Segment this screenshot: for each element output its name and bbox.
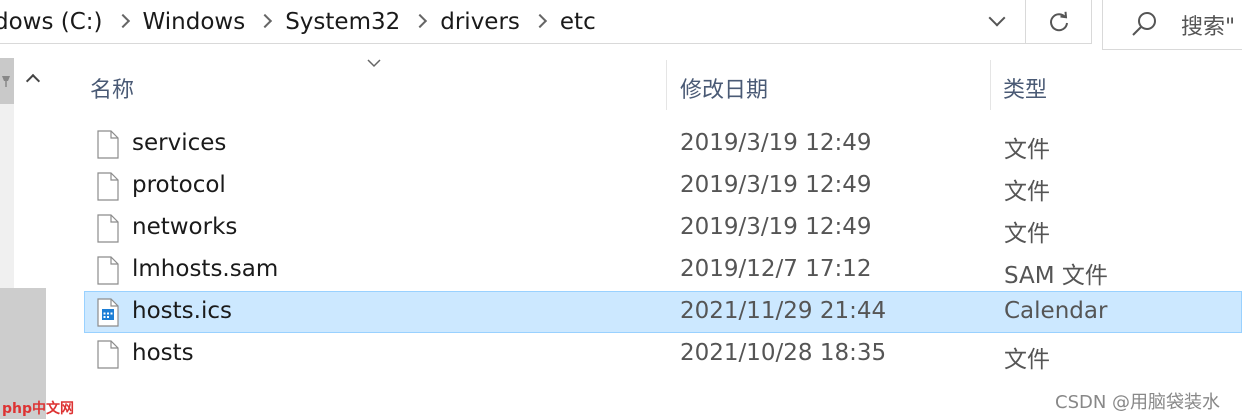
breadcrumb-label[interactable]: dows (C:)	[0, 9, 107, 35]
file-date: 2019/3/19 12:49	[680, 214, 872, 240]
breadcrumb-windows[interactable]: Windows	[139, 9, 250, 35]
file-name: networks	[132, 214, 238, 240]
file-row-selected[interactable]: hosts.ics 2021/11/29 21:44 Calendar	[84, 291, 1242, 333]
file-type: 文件	[1004, 179, 1050, 205]
chevron-down-icon[interactable]	[978, 8, 1018, 36]
blank-file-icon	[97, 130, 119, 159]
column-header-date[interactable]: 修改日期	[680, 72, 768, 104]
blank-file-icon	[97, 256, 119, 285]
column-divider[interactable]	[990, 60, 991, 110]
watermark-php: php中文网	[2, 401, 75, 417]
watermark-csdn: CSDN @用脑袋装水	[1055, 392, 1221, 413]
breadcrumb-separator-icon[interactable]	[524, 12, 556, 32]
file-row[interactable]: lmhosts.sam 2019/12/7 17:12 SAM 文件	[84, 249, 1242, 291]
breadcrumb-etc[interactable]: etc	[556, 9, 600, 35]
file-row[interactable]: networks 2019/3/19 12:49 文件	[84, 207, 1242, 249]
file-type: 文件	[1004, 137, 1050, 163]
pin-icon	[2, 76, 10, 87]
file-row[interactable]: services 2019/3/19 12:49 文件	[84, 123, 1242, 165]
address-bar[interactable]: dows (C:) Windows System32 drivers etc	[0, 0, 1026, 44]
file-type: 文件	[1004, 221, 1050, 247]
refresh-button[interactable]	[1026, 0, 1092, 44]
breadcrumb-drive[interactable]: dows (C:)	[0, 9, 107, 35]
blank-file-icon	[97, 340, 119, 369]
file-name: lmhosts.sam	[132, 256, 279, 282]
column-header-row: 名称 修改日期 类型	[48, 58, 1242, 114]
breadcrumb-drivers[interactable]: drivers	[436, 9, 524, 35]
file-name: hosts.ics	[132, 298, 232, 324]
file-date: 2021/10/28 18:35	[680, 340, 887, 366]
breadcrumb-system32[interactable]: System32	[281, 9, 404, 35]
file-date: 2021/11/29 21:44	[680, 298, 887, 324]
search-icon	[1132, 11, 1156, 36]
file-type: SAM 文件	[1004, 263, 1108, 289]
file-name: services	[132, 130, 227, 156]
blank-file-icon	[97, 172, 119, 201]
file-type: Calendar	[1004, 298, 1108, 324]
column-header-type[interactable]: 类型	[1003, 72, 1047, 104]
breadcrumb-separator-icon[interactable]	[107, 12, 139, 32]
breadcrumb-label[interactable]: System32	[281, 9, 404, 35]
column-divider[interactable]	[666, 60, 667, 110]
blank-file-icon	[97, 214, 119, 243]
file-name: protocol	[132, 172, 226, 198]
search-placeholder[interactable]: 搜索"	[1181, 9, 1235, 41]
breadcrumb-label[interactable]: Windows	[139, 9, 250, 35]
calendar-file-icon	[97, 298, 119, 327]
file-name: hosts	[132, 340, 194, 366]
breadcrumb-separator-icon[interactable]	[249, 12, 281, 32]
breadcrumb-label[interactable]: drivers	[436, 9, 524, 35]
column-header-name[interactable]: 名称	[90, 72, 134, 104]
file-row[interactable]: protocol 2019/3/19 12:49 文件	[84, 165, 1242, 207]
refresh-icon	[1049, 11, 1068, 31]
file-date: 2019/3/19 12:49	[680, 130, 872, 156]
file-type: 文件	[1004, 347, 1050, 373]
file-date: 2019/3/19 12:49	[680, 172, 872, 198]
file-row[interactable]: hosts 2021/10/28 18:35 文件	[84, 333, 1242, 375]
navigation-pane	[0, 58, 48, 419]
breadcrumb-label[interactable]: etc	[556, 9, 600, 35]
toolbar: dows (C:) Windows System32 drivers etc 搜	[0, 0, 1242, 50]
scroll-up-icon[interactable]	[18, 66, 48, 96]
search-input[interactable]: 搜索"	[1102, 0, 1242, 50]
breadcrumb-separator-icon[interactable]	[404, 12, 436, 32]
file-date: 2019/12/7 17:12	[680, 256, 872, 282]
file-list: 名称 修改日期 类型 services 2019/3/19 12:49 文件 p…	[48, 58, 1242, 419]
file-rows: services 2019/3/19 12:49 文件 protocol 201…	[84, 123, 1242, 375]
